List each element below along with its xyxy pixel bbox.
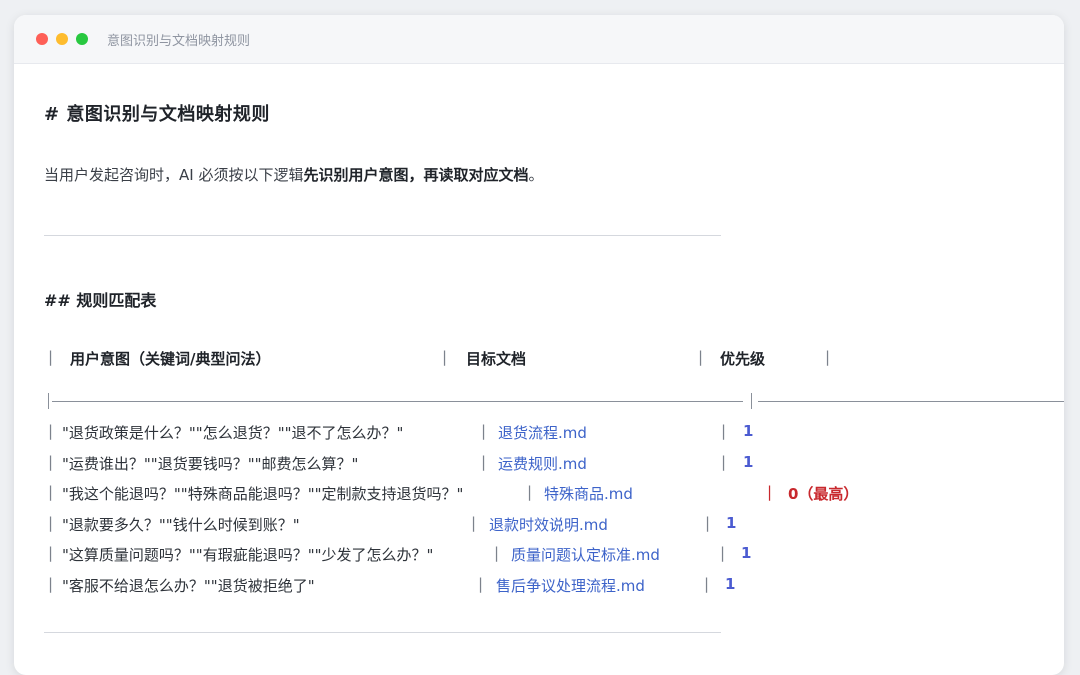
divider [44, 235, 721, 236]
separator-line [758, 401, 1064, 402]
table-pipe: | [481, 453, 487, 471]
table-pipe: | [442, 348, 448, 366]
header-target-doc: 目标文档 [466, 350, 527, 368]
intent-cell: "我这个能退吗？""特殊商品能退吗？""定制款支持退货吗？" [62, 485, 464, 503]
maximize-window-button[interactable] [76, 33, 88, 45]
doc-link[interactable]: 质量问题认定标准.md [511, 544, 660, 565]
table-pipe: | [48, 422, 54, 440]
priority-cell-highest: 0（最高） [788, 485, 859, 503]
table-pipe: | [48, 348, 54, 366]
document-heading: # 意图识别与文档映射规则 [44, 104, 270, 125]
section-heading: ## 规则匹配表 [44, 291, 157, 310]
intent-cell: "运费谁出？""退货要钱吗？""邮费怎么算？" [62, 455, 359, 473]
table-pipe: | [481, 422, 487, 440]
intent-cell: "这算质量问题吗？""有瑕疵能退吗？""少发了怎么办？" [62, 546, 434, 564]
table-pipe: | [698, 348, 704, 366]
table-pipe: | [721, 422, 727, 440]
window-title: 意图识别与文档映射规则 [107, 34, 251, 49]
table-pipe: | [825, 348, 831, 366]
table-pipe: | [471, 514, 477, 532]
header-intent: 用户意图（关键词/典型问法） [70, 350, 271, 368]
minimize-window-button[interactable] [56, 33, 68, 45]
intro-text: 当用户发起咨询时，AI 必须按以下逻辑 [44, 166, 304, 184]
header-priority: 优先级 [720, 350, 766, 368]
intent-cell: "客服不给退怎么办？""退货被拒绝了" [62, 577, 315, 595]
doc-link[interactable]: 退款时效说明.md [489, 514, 608, 535]
separator-tick [48, 393, 49, 409]
table-pipe: | [478, 575, 484, 593]
priority-cell: 1 [741, 544, 752, 562]
table-pipe: | [705, 514, 711, 532]
table-pipe: | [48, 575, 54, 593]
table-pipe: | [720, 544, 726, 562]
intro-suffix: 。 [528, 166, 544, 184]
table-pipe: | [704, 575, 710, 593]
intent-cell: "退款要多久？""钱什么时候到账？" [62, 516, 300, 534]
doc-link[interactable]: 售后争议处理流程.md [496, 575, 645, 596]
table-pipe: | [48, 483, 54, 501]
table-pipe: | [721, 453, 727, 471]
priority-cell: 1 [743, 453, 754, 471]
separator-tick [751, 393, 752, 409]
table-separator [48, 391, 1064, 411]
intro-emphasis: 先识别用户意图，再读取对应文档 [303, 166, 529, 184]
intro-paragraph: 当用户发起咨询时，AI 必须按以下逻辑先识别用户意图，再读取对应文档。 [44, 164, 544, 185]
doc-link[interactable]: 运费规则.md [498, 453, 587, 474]
table-pipe: | [494, 544, 500, 562]
doc-link[interactable]: 退货流程.md [498, 422, 587, 443]
intent-cell: "退货政策是什么？""怎么退货？""退不了怎么办？" [62, 424, 404, 442]
app-window: 意图识别与文档映射规则 # 意图识别与文档映射规则 当用户发起咨询时，AI 必须… [14, 15, 1064, 675]
close-window-button[interactable] [36, 33, 48, 45]
table-pipe: | [767, 483, 773, 501]
priority-cell: 1 [743, 422, 754, 440]
table-pipe: | [527, 483, 533, 501]
divider [44, 632, 721, 633]
table-pipe: | [48, 514, 54, 532]
document-content: # 意图识别与文档映射规则 当用户发起咨询时，AI 必须按以下逻辑先识别用户意图… [14, 64, 1064, 675]
doc-link[interactable]: 特殊商品.md [544, 483, 633, 504]
priority-cell: 1 [726, 514, 737, 532]
table-pipe: | [48, 544, 54, 562]
separator-line [52, 401, 743, 402]
priority-cell: 1 [725, 575, 736, 593]
table-pipe: | [48, 453, 54, 471]
title-bar: 意图识别与文档映射规则 [14, 15, 1064, 64]
